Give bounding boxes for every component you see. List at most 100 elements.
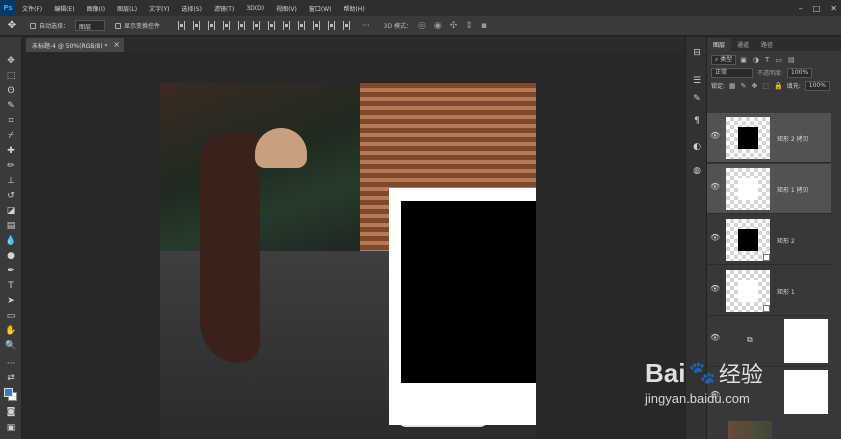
gradient-tool-icon[interactable]: ▤ [4, 221, 18, 232]
properties-icon[interactable]: ☰ [691, 75, 703, 87]
edit-toolbar-icon[interactable]: ··· [4, 359, 18, 370]
filter-pixel-icon[interactable]: ▣ [740, 56, 747, 64]
clone-stamp-tool-icon[interactable]: ⊥ [4, 176, 18, 187]
quick-select-tool-icon[interactable]: ✎ [4, 101, 18, 112]
auto-select-dropdown[interactable]: 图层 [75, 20, 106, 31]
menu-3d[interactable]: 3D(D) [240, 5, 270, 12]
align-vcenter-icon[interactable] [193, 21, 201, 30]
layer-name[interactable]: 矩形 1 拷贝 [777, 185, 809, 194]
lock-artboard-icon[interactable]: ⬚ [762, 82, 769, 90]
drag-3d-icon[interactable]: ✣ [450, 21, 458, 31]
eraser-tool-icon[interactable]: ◪ [4, 206, 18, 217]
distribute-vcenter-icon[interactable] [283, 21, 291, 30]
orbit-3d-icon[interactable]: ◎ [418, 21, 426, 31]
more-options-button[interactable]: ··· [362, 21, 370, 30]
distribute-top-icon[interactable] [268, 21, 276, 30]
pen-tool-icon[interactable]: ✒ [4, 266, 18, 277]
menu-layer[interactable]: 图层(L) [111, 4, 143, 13]
crop-tool-icon[interactable]: ⌗ [4, 116, 18, 127]
maximize-icon[interactable]: □ [813, 4, 821, 13]
character-icon[interactable]: ¶ [691, 115, 703, 127]
menu-edit[interactable]: 编辑(E) [48, 4, 80, 13]
marquee-tool-icon[interactable]: ⬚ [4, 71, 18, 82]
menu-image[interactable]: 图像(I) [81, 4, 111, 13]
close-icon[interactable]: ✕ [830, 4, 837, 13]
align-bottom-icon[interactable] [208, 21, 216, 30]
visibility-eye-icon[interactable]: 👁 [710, 182, 720, 191]
adjustments-icon[interactable]: ⊟ [691, 47, 703, 59]
scale-3d-icon[interactable]: ▪ [481, 21, 487, 31]
visibility-eye-icon[interactable]: 👁 [710, 390, 720, 399]
swap-colors-icon[interactable]: ⇄ [4, 373, 18, 384]
history-brush-tool-icon[interactable]: ↺ [4, 191, 18, 202]
distribute-hcenter-icon[interactable] [328, 21, 336, 30]
minimize-icon[interactable]: – [799, 4, 803, 13]
zoom-tool-icon[interactable]: 🔍 [4, 341, 18, 352]
menu-select[interactable]: 选择(S) [175, 4, 208, 13]
align-top-icon[interactable] [178, 21, 186, 30]
quick-mask-icon[interactable]: ◙ [4, 407, 18, 418]
align-right-icon[interactable] [253, 21, 261, 30]
visibility-eye-icon[interactable]: 👁 [710, 284, 720, 293]
move-tool-icon[interactable]: ✥ [0, 20, 24, 31]
swatches-icon[interactable]: ◍ [691, 165, 703, 177]
canvas-photo[interactable] [160, 83, 536, 439]
brush-settings-icon[interactable]: ✎ [691, 93, 703, 105]
filter-type-icon[interactable]: T [765, 56, 769, 64]
slide-3d-icon[interactable]: ⇕ [465, 21, 473, 31]
dodge-tool-icon[interactable]: ● [4, 251, 18, 262]
distribute-bottom-icon[interactable] [298, 21, 306, 30]
type-tool-icon[interactable]: T [4, 281, 18, 292]
tab-paths[interactable]: 路径 [755, 38, 779, 51]
layer-item[interactable]: 👁 矩形 1 [707, 266, 831, 316]
polaroid-frame-shape[interactable] [389, 188, 536, 425]
transform-controls-checkbox[interactable] [115, 22, 122, 29]
menu-file[interactable]: 文件(F) [16, 4, 48, 13]
blend-mode-dropdown[interactable]: 正常 [711, 67, 753, 78]
distribute-left-icon[interactable] [313, 21, 321, 30]
path-select-tool-icon[interactable]: ➤ [4, 296, 18, 307]
lock-transparent-icon[interactable]: ▦ [729, 82, 736, 90]
fill-field[interactable]: 100% [804, 80, 830, 91]
foreground-color-swatch[interactable] [4, 388, 13, 397]
brush-tool-icon[interactable]: ✏ [4, 161, 18, 172]
color-icon[interactable]: ◐ [691, 141, 703, 153]
lock-image-icon[interactable]: ✎ [741, 82, 747, 90]
layer-name[interactable]: 矩形 2 拷贝 [777, 134, 809, 143]
layer-name[interactable]: 矩形 2 [777, 236, 795, 245]
menu-type[interactable]: 文字(Y) [143, 4, 175, 13]
layer-item[interactable]: 👁 ⧉ [707, 315, 831, 367]
filter-smart-icon[interactable]: ▤ [788, 56, 795, 64]
auto-select-checkbox[interactable] [30, 22, 36, 29]
layer-name[interactable]: 矩形 1 [777, 287, 795, 296]
document-tab[interactable]: 未标题-4 @ 50%(RGB/8) * × [26, 38, 124, 52]
canvas-area[interactable] [23, 52, 684, 439]
layer-mask-link-icon[interactable]: ⧉ [747, 335, 753, 345]
layer-item[interactable]: 👁 矩形 2 拷贝 [707, 113, 831, 163]
move-tool-icon[interactable]: ✥ [4, 56, 18, 67]
tab-layers[interactable]: 图层 [707, 38, 732, 51]
layer-item[interactable]: 👁 矩形 2 [707, 215, 831, 265]
screen-mode-icon[interactable]: ▣ [4, 423, 18, 434]
close-tab-icon[interactable]: × [113, 40, 120, 49]
lock-all-icon[interactable]: 🔒 [774, 82, 783, 90]
visibility-eye-icon[interactable]: 👁 [710, 131, 720, 140]
layer-item[interactable]: 👁 矩形 1 拷贝 [707, 164, 831, 214]
healing-brush-tool-icon[interactable]: ✚ [4, 146, 18, 157]
menu-help[interactable]: 帮助(H) [338, 4, 371, 13]
lock-position-icon[interactable]: ✥ [752, 82, 758, 90]
opacity-field[interactable]: 100% [787, 67, 813, 78]
menu-filter[interactable]: 滤镜(T) [208, 4, 240, 13]
visibility-eye-icon[interactable]: 👁 [710, 333, 720, 342]
distribute-right-icon[interactable] [343, 21, 351, 30]
menu-window[interactable]: 窗口(W) [303, 4, 338, 13]
blur-tool-icon[interactable]: 💧 [4, 236, 18, 247]
shape-tool-icon[interactable]: ▭ [4, 311, 18, 322]
eyedropper-tool-icon[interactable]: ⌿ [4, 131, 18, 142]
hand-tool-icon[interactable]: ✋ [4, 326, 18, 337]
filter-adjustment-icon[interactable]: ◑ [753, 56, 759, 64]
align-left-icon[interactable] [223, 21, 231, 30]
layer-filter-dropdown[interactable]: ⌕ 类型 [711, 54, 737, 65]
align-hcenter-icon[interactable] [238, 21, 246, 30]
filter-shape-icon[interactable]: ▭ [775, 56, 782, 64]
